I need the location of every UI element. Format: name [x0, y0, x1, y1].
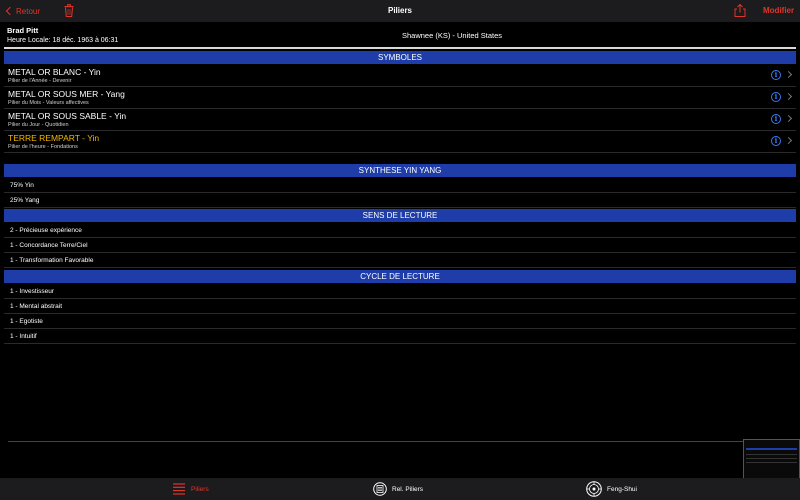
- list-item: 1 - Egotiste: [4, 314, 796, 329]
- info-icon[interactable]: i: [771, 136, 781, 146]
- list-item: 1 - Intuitif: [4, 329, 796, 344]
- pillar-row-day[interactable]: METAL OR SOUS SABLE - Yin Pilier du Jour…: [4, 109, 796, 131]
- list-item: 2 - Précieuse expérience: [4, 223, 796, 238]
- back-label: Retour: [16, 6, 41, 16]
- content-divider: [8, 441, 800, 442]
- yang-percentage: 25% Yang: [10, 197, 40, 204]
- chevron-right-icon: [784, 92, 793, 101]
- chevron-right-icon: [784, 70, 793, 79]
- pillar-row-year[interactable]: METAL OR BLANC - Yin Pilier de l'Année -…: [4, 65, 796, 87]
- tab-label: Rel. Piliers: [392, 485, 424, 493]
- navigation-bar: Retour Piliers Modifier: [0, 0, 800, 22]
- tab-piliers[interactable]: Piliers: [172, 478, 209, 500]
- pillar-subtitle: Pilier de l'heure - Fondations: [8, 144, 78, 150]
- pillar-title: TERRE REMPART - Yin: [8, 133, 100, 143]
- page-title: Piliers: [387, 6, 412, 15]
- pillar-title: METAL OR BLANC - Yin: [8, 67, 101, 77]
- list-item-text: 1 - Concordance Terre/Ciel: [10, 242, 88, 249]
- info-icon[interactable]: i: [771, 70, 781, 80]
- list-item-text: 1 - Investisseur: [10, 288, 55, 295]
- header-divider: [4, 47, 796, 49]
- back-button[interactable]: Retour: [4, 4, 40, 18]
- list-item: 1 - Concordance Terre/Ciel: [4, 238, 796, 253]
- pillar-subtitle: Pilier du Jour - Quotidien: [8, 122, 69, 128]
- edit-button[interactable]: Modifier: [763, 0, 794, 22]
- profile-header: Brad Pitt Heure Locale: 18 déc. 1963 à 0…: [0, 22, 800, 48]
- yin-percentage: 75% Yin: [10, 182, 34, 189]
- thumbnail-bar: [746, 454, 797, 455]
- pillar-subtitle: Pilier du Mois - Valeurs affectives: [8, 100, 89, 106]
- list-item-text: 1 - Egotiste: [10, 318, 43, 325]
- pillar-row-month[interactable]: METAL OR SOUS MER - Yang Pilier du Mois …: [4, 87, 796, 109]
- thumbnail-bar: [746, 448, 797, 450]
- pillar-row-hour[interactable]: TERRE REMPART - Yin Pilier de l'heure - …: [4, 131, 796, 153]
- list-item: 1 - Investisseur: [4, 284, 796, 299]
- chevron-right-icon: [784, 136, 793, 145]
- share-icon[interactable]: [734, 4, 746, 17]
- section-synthese: SYNTHESE YIN YANG: [4, 164, 796, 177]
- info-icon[interactable]: i: [771, 92, 781, 102]
- section-sens-lecture: SENS DE LECTURE: [4, 209, 796, 222]
- trash-icon[interactable]: [64, 4, 74, 17]
- thumbnail-bar: [746, 458, 797, 459]
- list-item: 25% Yang: [4, 193, 796, 208]
- list-item-text: 1 - Intuitif: [10, 333, 37, 340]
- list-item: 1 - Mental abstrait: [4, 299, 796, 314]
- chevron-right-icon: [784, 114, 793, 123]
- list-item-text: 2 - Précieuse expérience: [10, 227, 82, 234]
- list-icon: [173, 483, 185, 495]
- birth-location: Shawnee (KS) - United States: [401, 31, 503, 40]
- compass-icon: [586, 481, 602, 497]
- pillar-title: METAL OR SOUS SABLE - Yin: [8, 111, 127, 121]
- pillars-relation-icon: [373, 482, 387, 496]
- list-item-text: 1 - Mental abstrait: [10, 303, 63, 310]
- list-item-text: 1 - Transformation Favorable: [10, 257, 94, 264]
- tab-bar: Piliers Rel. Piliers Feng-Shui: [0, 478, 800, 500]
- pillar-subtitle: Pilier de l'Année - Devenir: [8, 78, 72, 84]
- tab-label: Piliers: [191, 485, 209, 493]
- tab-feng-shui[interactable]: Feng-Shui: [586, 478, 637, 500]
- section-symboles: SYMBOLES: [4, 51, 796, 64]
- chevron-left-icon: [5, 6, 15, 16]
- tab-label: Feng-Shui: [607, 485, 637, 493]
- list-item: 1 - Transformation Favorable: [4, 253, 796, 268]
- tab-rel-piliers[interactable]: Rel. Piliers: [373, 478, 423, 500]
- thumbnail-bar: [746, 462, 797, 463]
- list-item: 75% Yin: [4, 178, 796, 193]
- info-icon[interactable]: i: [771, 114, 781, 124]
- section-cycle-lecture: CYCLE DE LECTURE: [4, 270, 796, 283]
- pillar-title: METAL OR SOUS MER - Yang: [8, 89, 125, 99]
